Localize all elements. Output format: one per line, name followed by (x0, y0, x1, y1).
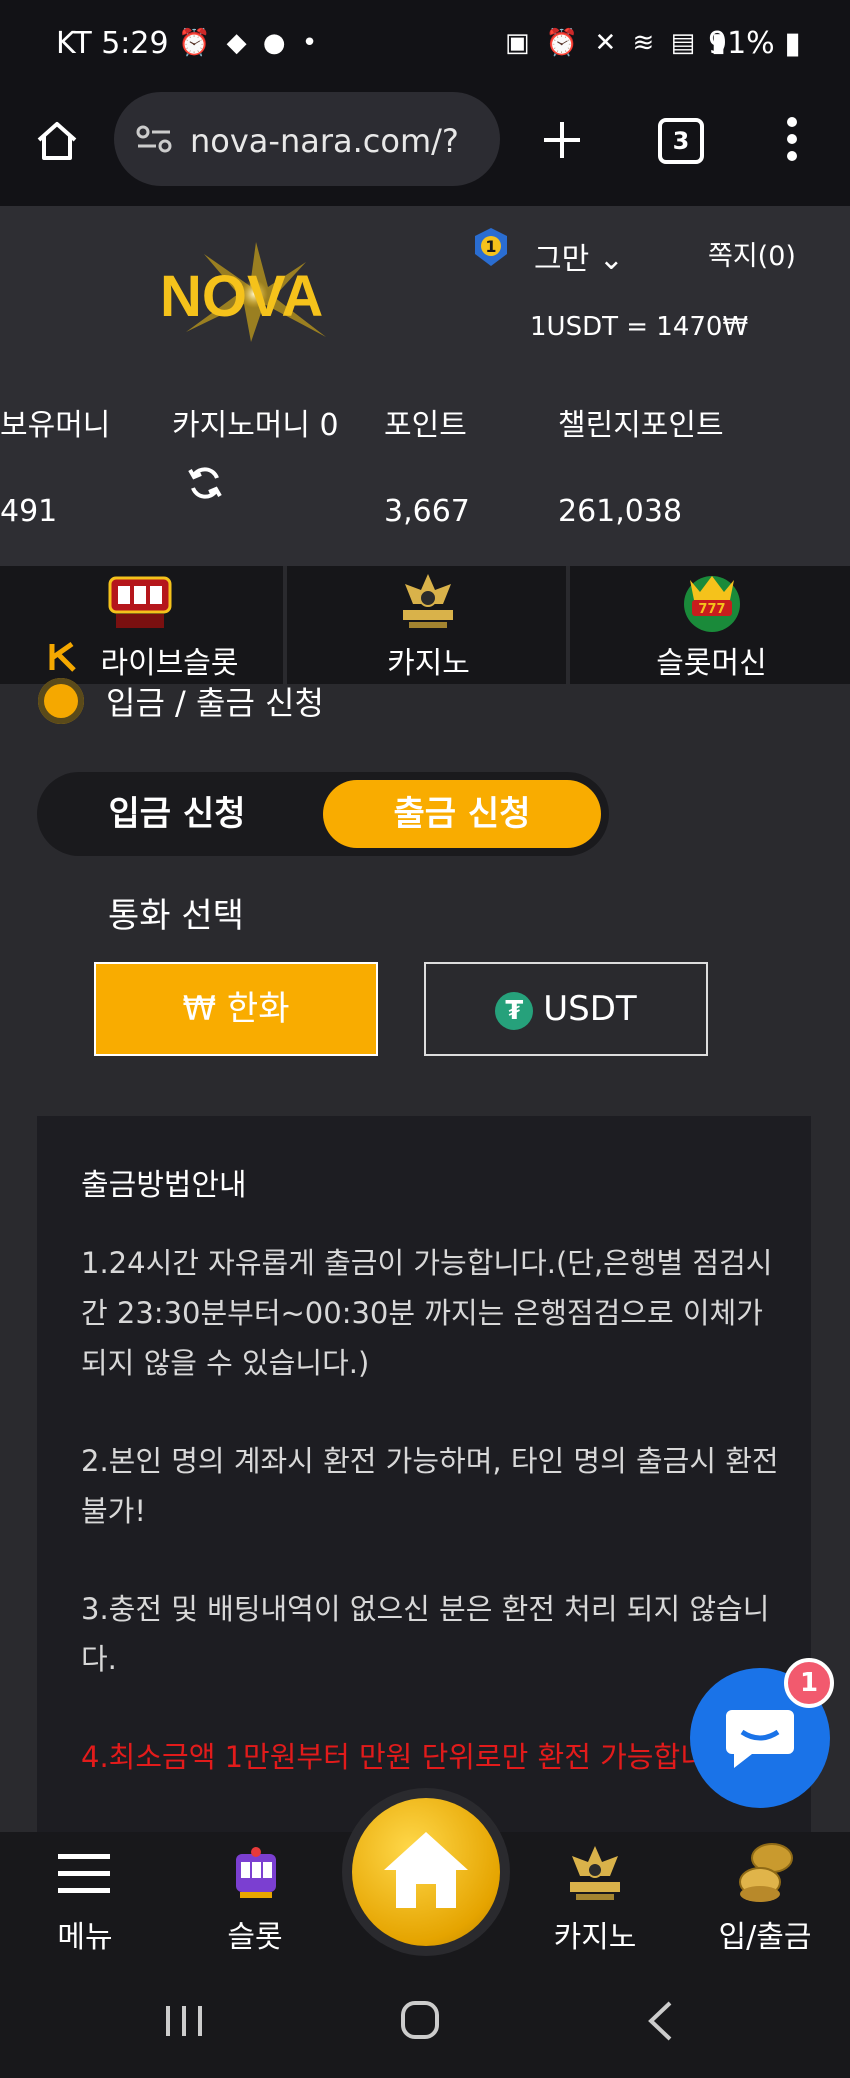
info-item: 2.본인 명의 계좌시 환전 가능하며, 타인 명의 출금시 환전 불가! (81, 1444, 779, 1528)
nav-deposit-withdraw[interactable]: 입/출금 (680, 1832, 850, 1962)
battery-level: 91% ▮ (708, 26, 801, 61)
stat-value-balance: 491 (0, 494, 58, 529)
nav-menu[interactable]: 메뉴 (0, 1832, 170, 1962)
deposit-withdraw-toggle: 입금 신청 출금 신청 (37, 772, 609, 856)
nav-label: 슬롯 (227, 1920, 283, 1955)
carrier-time: KT 5:29 (56, 26, 169, 61)
exchange-rate: 1USDT = 1470₩ (530, 312, 749, 342)
nav-casino[interactable]: 카지노 (510, 1832, 680, 1962)
more-options-icon[interactable] (784, 116, 800, 162)
chat-bubble-icon (726, 1710, 794, 1768)
stat-label-challenge-points: 챌린지포인트 (558, 408, 724, 443)
stat-label-casino-money: 카지노머니 0 (172, 408, 339, 443)
home-icon (384, 1832, 468, 1908)
info-item: 3.충전 및 배팅내역이 없으신 분은 환전 처리 되지 않습니다. (81, 1592, 770, 1676)
home-nav-icon[interactable] (400, 2000, 440, 2040)
new-tab-icon[interactable] (542, 120, 582, 160)
tab-count-button[interactable]: 3 (658, 118, 704, 164)
info-item-warning: 4.최소금액 1만원부터 만원 단위로만 환전 가능합니다. (81, 1740, 743, 1774)
k-slot-icon (403, 574, 453, 628)
live-slot-icon (108, 576, 172, 628)
k-slot-casino-icon (570, 1846, 620, 1900)
nav-slot[interactable]: 슬롯 (170, 1832, 340, 1962)
category-live-slot[interactable]: 라이브슬롯 (0, 566, 283, 684)
category-label: 카지노 (387, 646, 470, 681)
svg-text:1: 1 (485, 237, 496, 256)
category-label: 라이브슬롯 (100, 646, 239, 681)
messages-link[interactable]: 쪽지(0) (708, 234, 796, 273)
status-bar: KT 5:29 ⏰ ◆ ● • ▣ ⏰ ✕ ≋ ▤ ▮ 91% ▮ (0, 0, 850, 88)
nova-logo[interactable]: NOVA (156, 242, 346, 342)
nav-label: 입/출금 (718, 1920, 812, 1955)
menu-icon (58, 1854, 110, 1893)
notification-icons: ⏰ ◆ ● • (178, 28, 322, 58)
svg-text:777: 777 (698, 602, 725, 617)
system-navigation (0, 1962, 850, 2078)
site-settings-icon[interactable] (136, 124, 172, 154)
back-icon[interactable] (646, 2000, 674, 2042)
browser-toolbar: nova-nara.com/? 3 (0, 88, 850, 206)
currency-usdt-button[interactable]: ₮ USDT (424, 962, 708, 1056)
logo-text: NOVA (160, 264, 323, 329)
level-badge-icon: 1 (475, 228, 507, 266)
withdraw-tab[interactable]: 출금 신청 (323, 780, 601, 848)
site-header: NOVA 1 그만 ⌄ 쪽지(0) 1USDT = 1470₩ 보유머니 491… (0, 206, 850, 566)
stat-label-points: 포인트 (384, 408, 467, 443)
info-item: 1.24시간 자유롭게 출금이 가능합니다.(단,은행별 점검시간 23:30분… (81, 1246, 773, 1380)
currency-krw-button[interactable]: ₩ 한화 (94, 962, 378, 1056)
stat-value-points: 3,667 (384, 494, 470, 529)
category-label: 슬롯머신 (656, 646, 767, 681)
tether-icon: ₮ (495, 991, 534, 1030)
currency-label: 통화 선택 (108, 896, 244, 936)
home-button[interactable] (352, 1798, 500, 1946)
section-dot-icon (38, 678, 84, 724)
slot-machine-icon (236, 1847, 276, 1898)
category-casino[interactable]: 카지노 (283, 566, 570, 684)
chat-unread-badge: 1 (784, 1658, 834, 1708)
system-icons: ▣ ⏰ ✕ ≋ ▤ ▮ (505, 28, 730, 58)
nav-label: 카지노 (553, 1920, 637, 1955)
refresh-icon[interactable] (186, 464, 224, 502)
nav-label: 메뉴 (57, 1920, 113, 1955)
coins-icon (739, 1843, 793, 1902)
777-slots-icon: 777 (684, 576, 740, 632)
section-title: 입금 / 출금 신청 (106, 684, 324, 722)
category-bar: 라이브슬롯 카지노 777 슬롯머신 (0, 566, 850, 684)
deposit-tab[interactable]: 입금 신청 (37, 772, 317, 856)
url-text[interactable]: nova-nara.com/? (190, 122, 459, 160)
recent-apps-icon[interactable] (164, 2004, 204, 2038)
username-dropdown[interactable]: 그만 ⌄ (534, 234, 624, 278)
info-title: 출금방법안내 (81, 1168, 247, 1203)
category-slot-machine[interactable]: 777 슬롯머신 (566, 566, 850, 684)
stat-label-balance: 보유머니 (0, 408, 111, 443)
home-icon[interactable] (34, 118, 80, 164)
chevron-down-icon: ⌄ (598, 242, 624, 277)
stat-value-challenge-points: 261,038 (558, 494, 683, 529)
